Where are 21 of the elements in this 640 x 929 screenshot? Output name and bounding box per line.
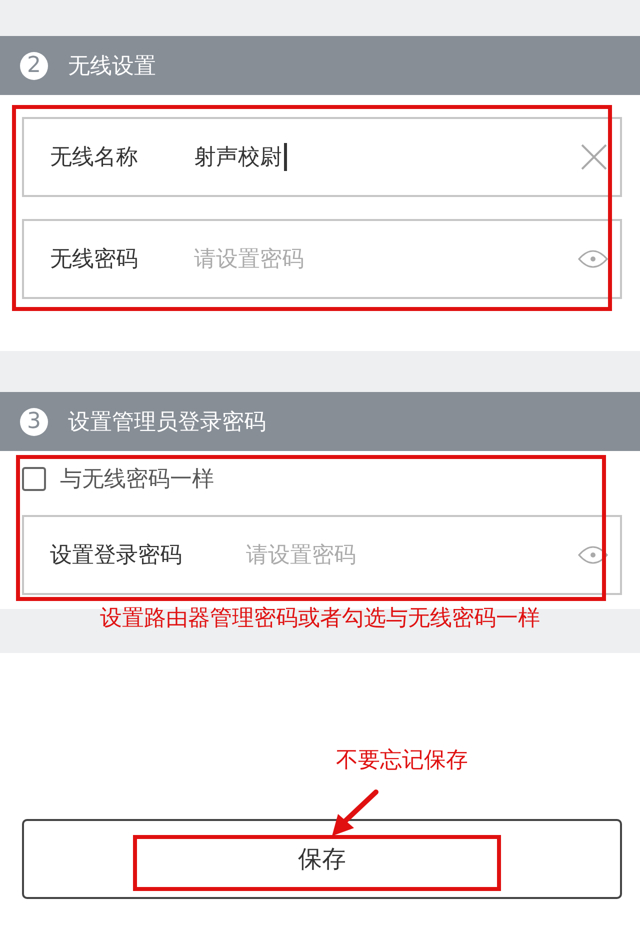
step-number: 2 [20,52,48,80]
field-label: 无线密码 [50,246,139,274]
annotation-text: 设置路由器管理密码或者勾选与无线密码一样 [100,605,540,633]
eye-icon[interactable] [578,545,608,565]
text-cursor [284,143,287,171]
annotation-text: 不要忘记保存 [336,747,468,775]
input-field[interactable]: 设置登录密码 请设置密码 [22,515,622,595]
field-label: 设置登录密码 [50,542,183,570]
checkbox[interactable] [22,467,46,491]
field-label: 无线名称 [50,144,139,172]
placeholder: 请设置密码 [194,246,304,274]
checkbox-label: 与无线密码一样 [60,466,214,494]
field-value: 射声校尉 [194,144,282,172]
section-title: 无线设置 [68,52,156,80]
placeholder: 请设置密码 [246,542,356,570]
input-field[interactable]: 无线密码 请设置密码 [22,219,622,299]
section-title: 设置管理员登录密码 [68,408,266,436]
save-button[interactable]: 保存 [22,819,622,899]
input-field[interactable]: 无线名称 射声校尉 [22,117,622,197]
annotation-arrow [330,788,380,838]
step-number: 3 [20,408,48,436]
